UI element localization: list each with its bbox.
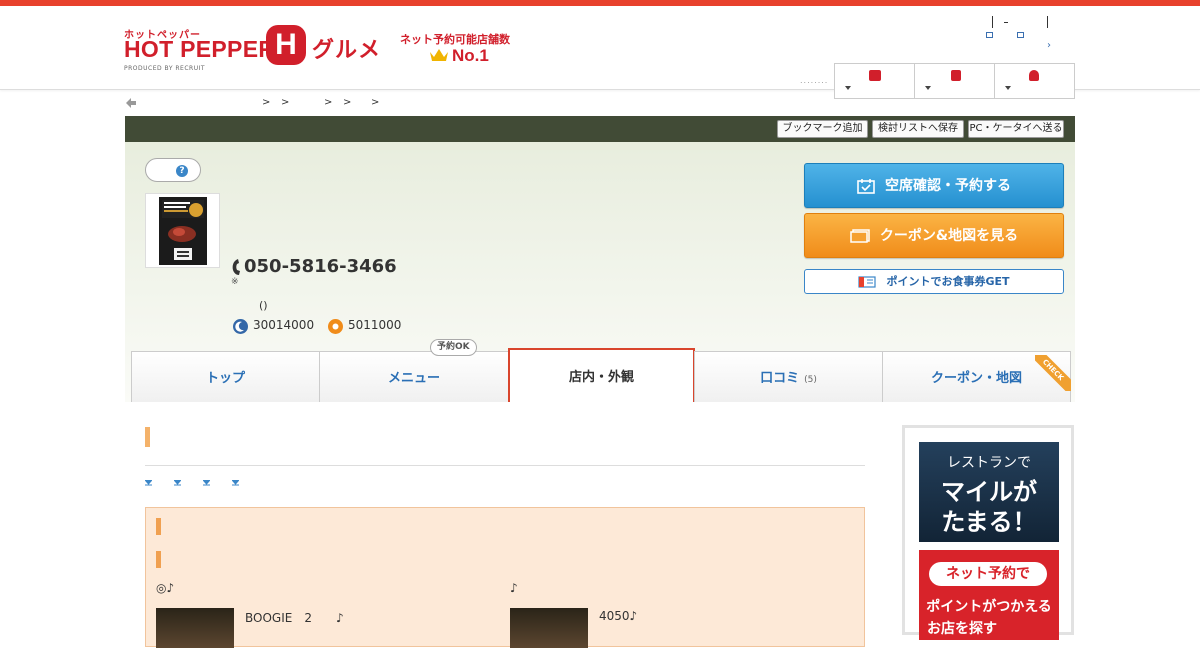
chevron-down-icon xyxy=(845,86,851,90)
feature-title-2: ♪ xyxy=(510,581,518,595)
check-ribbon-text: CHECK xyxy=(1035,355,1071,391)
shop-thumbnail[interactable] xyxy=(145,193,220,268)
tab-reviews[interactable]: 口コミ (5) xyxy=(694,351,883,402)
chevron-right-icon[interactable]: › xyxy=(1047,40,1051,51)
phone-number-text: 050-5816-3466 xyxy=(244,256,397,277)
main-content: ◎♪ ♪ BOOGIE 2 ♪ 4050♪ xyxy=(145,420,865,648)
sidebar-ads: レストランで マイルが たまる！ ネット予約で ポイントがつかえる お店を探す xyxy=(902,425,1074,640)
breadcrumb-separator: > xyxy=(262,97,271,108)
store-icon xyxy=(869,70,881,81)
shop-intro-box: ◎♪ ♪ BOOGIE 2 ♪ 4050♪ xyxy=(145,507,865,648)
header-dash xyxy=(1004,22,1008,23)
anchor-down-icon[interactable] xyxy=(174,480,181,486)
mile-banner-line1: レストランで xyxy=(947,455,1031,471)
help-icon[interactable]: ? xyxy=(176,165,188,177)
tab-label: トップ xyxy=(205,371,245,386)
subheading-marker xyxy=(156,551,161,568)
section-heading-marker xyxy=(145,427,150,447)
subheading-marker xyxy=(156,518,161,535)
shop-toolbar: ブックマーク追加 検討リストへ保存 PC・ケータイへ送る xyxy=(125,116,1075,142)
net-banner-line3: お店を探す xyxy=(927,621,997,637)
feature-text-2: 4050♪ xyxy=(599,609,638,623)
brand-h-icon: H xyxy=(266,25,306,65)
crown-icon xyxy=(430,49,448,61)
reserve-button[interactable]: 空席確認・予約する xyxy=(804,163,1064,208)
tab-menu[interactable]: メニュー xyxy=(319,351,509,402)
tab-interior-exterior[interactable]: 店内・外観 xyxy=(508,348,695,402)
anchor-down-icon[interactable] xyxy=(145,480,152,486)
tab-label: メニュー xyxy=(387,371,440,386)
rank-text: ネット予約可能店舗数 xyxy=(400,33,510,46)
review-count: (5) xyxy=(804,375,817,385)
breadcrumb-separator: > xyxy=(281,97,290,108)
lunch-budget: 5011000 xyxy=(348,318,402,332)
tab-label: クーポン・地図 xyxy=(930,371,1022,386)
net-banner-line2: ポイントがつかえる xyxy=(926,599,1052,615)
point-ticket-button[interactable]: ポイントでお食事券GET xyxy=(804,269,1064,294)
rank-no1: No.1 xyxy=(452,46,489,65)
site-header: ホットペッパー HOT PEPPER PRODUCED BY RECRUIT H… xyxy=(0,6,1200,99)
save-list-button[interactable]: 検討リストへ保存 xyxy=(872,120,964,138)
hours-text: () xyxy=(259,299,268,312)
hotpepper-logo[interactable]: ホットペッパー HOT PEPPER PRODUCED BY RECRUIT H… xyxy=(124,24,524,76)
tab-label: 口コミ xyxy=(760,371,800,386)
chevron-down-icon xyxy=(925,86,931,90)
note-icon xyxy=(951,70,961,81)
window-icon[interactable] xyxy=(986,32,993,38)
header-separator xyxy=(1047,16,1048,28)
breadcrumb-separator: > xyxy=(324,97,333,108)
window-icon[interactable] xyxy=(1017,32,1024,38)
coupon-label: クーポン&地図を見る xyxy=(879,228,1019,244)
point-label: ポイントでお食事券GET xyxy=(886,275,1010,288)
check-ribbon: CHECK xyxy=(1035,355,1071,391)
breadcrumb: > > > > > xyxy=(125,97,725,111)
breadcrumb-separator: > xyxy=(371,97,380,108)
feature-photo-2[interactable] xyxy=(510,608,588,648)
header-menu-buttons xyxy=(834,63,1075,99)
shop-menu-button[interactable] xyxy=(835,64,915,98)
reservation-ok-badge: 予約OK xyxy=(430,339,477,356)
ticket-icon xyxy=(858,276,877,288)
coupon-icon xyxy=(850,229,870,243)
brand-main-text: HOT PEPPER xyxy=(124,36,276,62)
bookmark-button[interactable]: ブックマーク追加 xyxy=(777,120,868,138)
dinner-budget: 30014000 xyxy=(253,318,315,332)
header-separator xyxy=(992,16,993,28)
anchor-down-icon[interactable] xyxy=(232,480,239,486)
phone-icon xyxy=(232,259,240,275)
back-arrow-icon[interactable] xyxy=(125,97,137,109)
phone-note: ※ xyxy=(231,277,239,287)
breadcrumb-separator: > xyxy=(343,97,352,108)
feature-text-1: BOOGIE 2 ♪ xyxy=(245,611,344,625)
header-utility-links xyxy=(990,16,1050,30)
calendar-icon xyxy=(857,179,875,194)
shop-poster-image xyxy=(159,197,207,265)
mile-banner[interactable]: レストランで マイルが たまる！ xyxy=(919,442,1059,542)
anchor-down-icon[interactable] xyxy=(203,480,210,486)
user-icon xyxy=(1029,70,1039,81)
feature-title-1: ◎♪ xyxy=(156,581,175,595)
section-divider xyxy=(145,465,865,466)
send-to-pc-button[interactable]: PC・ケータイへ送る xyxy=(968,120,1064,138)
coupon-map-button[interactable]: クーポン&地図を見る xyxy=(804,213,1064,258)
tab-label: 店内・外観 xyxy=(568,370,634,385)
net-banner-pill: ネット予約で xyxy=(929,562,1047,586)
tab-top[interactable]: トップ xyxy=(131,351,320,402)
header-dots: ........ xyxy=(800,76,829,85)
produced-by-text: PRODUCED BY RECRUIT xyxy=(124,65,206,72)
tab-coupon-map[interactable]: クーポン・地図 CHECK xyxy=(882,351,1071,402)
dinner-icon xyxy=(233,319,248,334)
chevron-down-icon xyxy=(1005,86,1011,90)
shop-tabs: トップ メニュー 予約OK 店内・外観 口コミ (5) クーポン・地図 CHECK xyxy=(131,339,1071,402)
feature-photo-1[interactable] xyxy=(156,608,234,648)
user-menu-button[interactable] xyxy=(995,64,1074,98)
brand-gourmet-text: グルメ xyxy=(312,38,382,63)
note-menu-button[interactable] xyxy=(915,64,995,98)
reserve-label: 空席確認・予約する xyxy=(885,178,1011,194)
mile-banner-line3: たまる！ xyxy=(941,508,1037,536)
net-reservation-banner[interactable]: ネット予約で ポイントがつかえる お店を探す xyxy=(919,550,1059,640)
genre-pill[interactable]: ? xyxy=(145,158,201,182)
lunch-icon xyxy=(328,319,343,334)
